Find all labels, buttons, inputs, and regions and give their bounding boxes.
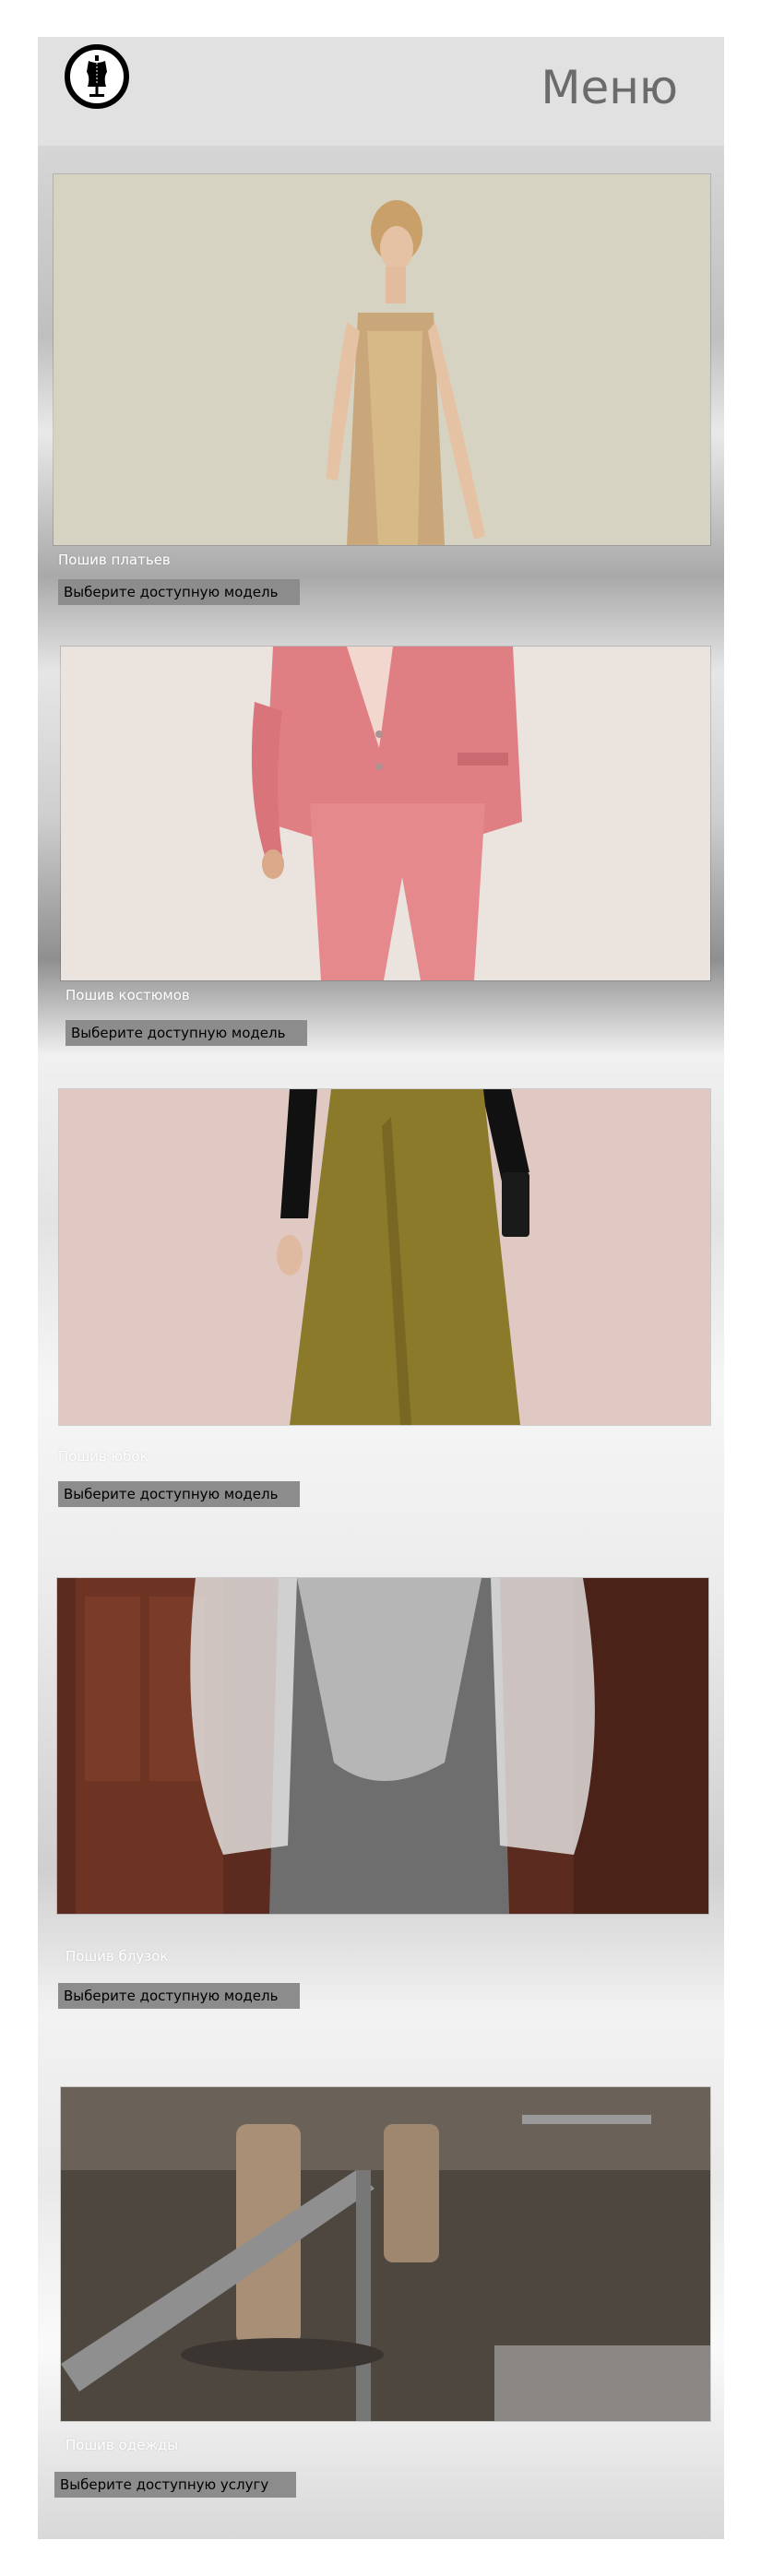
blouse-photo[interactable] <box>56 1577 709 1915</box>
blouse-image <box>57 1578 708 1914</box>
page-frame: Меню Пошив платьев Выберите доступную мо… <box>38 37 724 2539</box>
suit-photo[interactable] <box>60 646 711 981</box>
category-label: Пошив юбок <box>58 1448 149 1465</box>
menu-button[interactable]: Меню <box>541 65 678 111</box>
sewing-photo[interactable] <box>60 2086 711 2422</box>
dress-image <box>54 174 710 545</box>
category-label: Пошив блузок <box>65 1948 169 1965</box>
suit-image <box>61 647 710 980</box>
category-label: Пошив костюмов <box>65 987 190 1003</box>
category-label: Пошив платьев <box>58 552 171 568</box>
dress-photo[interactable] <box>53 173 711 546</box>
category-label: Пошив одежды <box>65 2437 179 2453</box>
choose-model-button[interactable]: Выберите доступную модель <box>58 1481 300 1507</box>
choose-service-button[interactable]: Выберите доступную услугу <box>54 2472 296 2498</box>
skirt-photo[interactable] <box>58 1088 711 1426</box>
choose-model-button[interactable]: Выберите доступную модель <box>58 1983 300 2009</box>
logo[interactable] <box>65 44 129 109</box>
choose-model-button[interactable]: Выберите доступную модель <box>58 579 300 605</box>
choose-model-button[interactable]: Выберите доступную модель <box>65 1020 307 1046</box>
skirt-image <box>59 1089 710 1425</box>
sewing-image <box>61 2087 710 2421</box>
site-header: Меню <box>38 37 724 146</box>
dress-form-icon <box>87 55 107 97</box>
